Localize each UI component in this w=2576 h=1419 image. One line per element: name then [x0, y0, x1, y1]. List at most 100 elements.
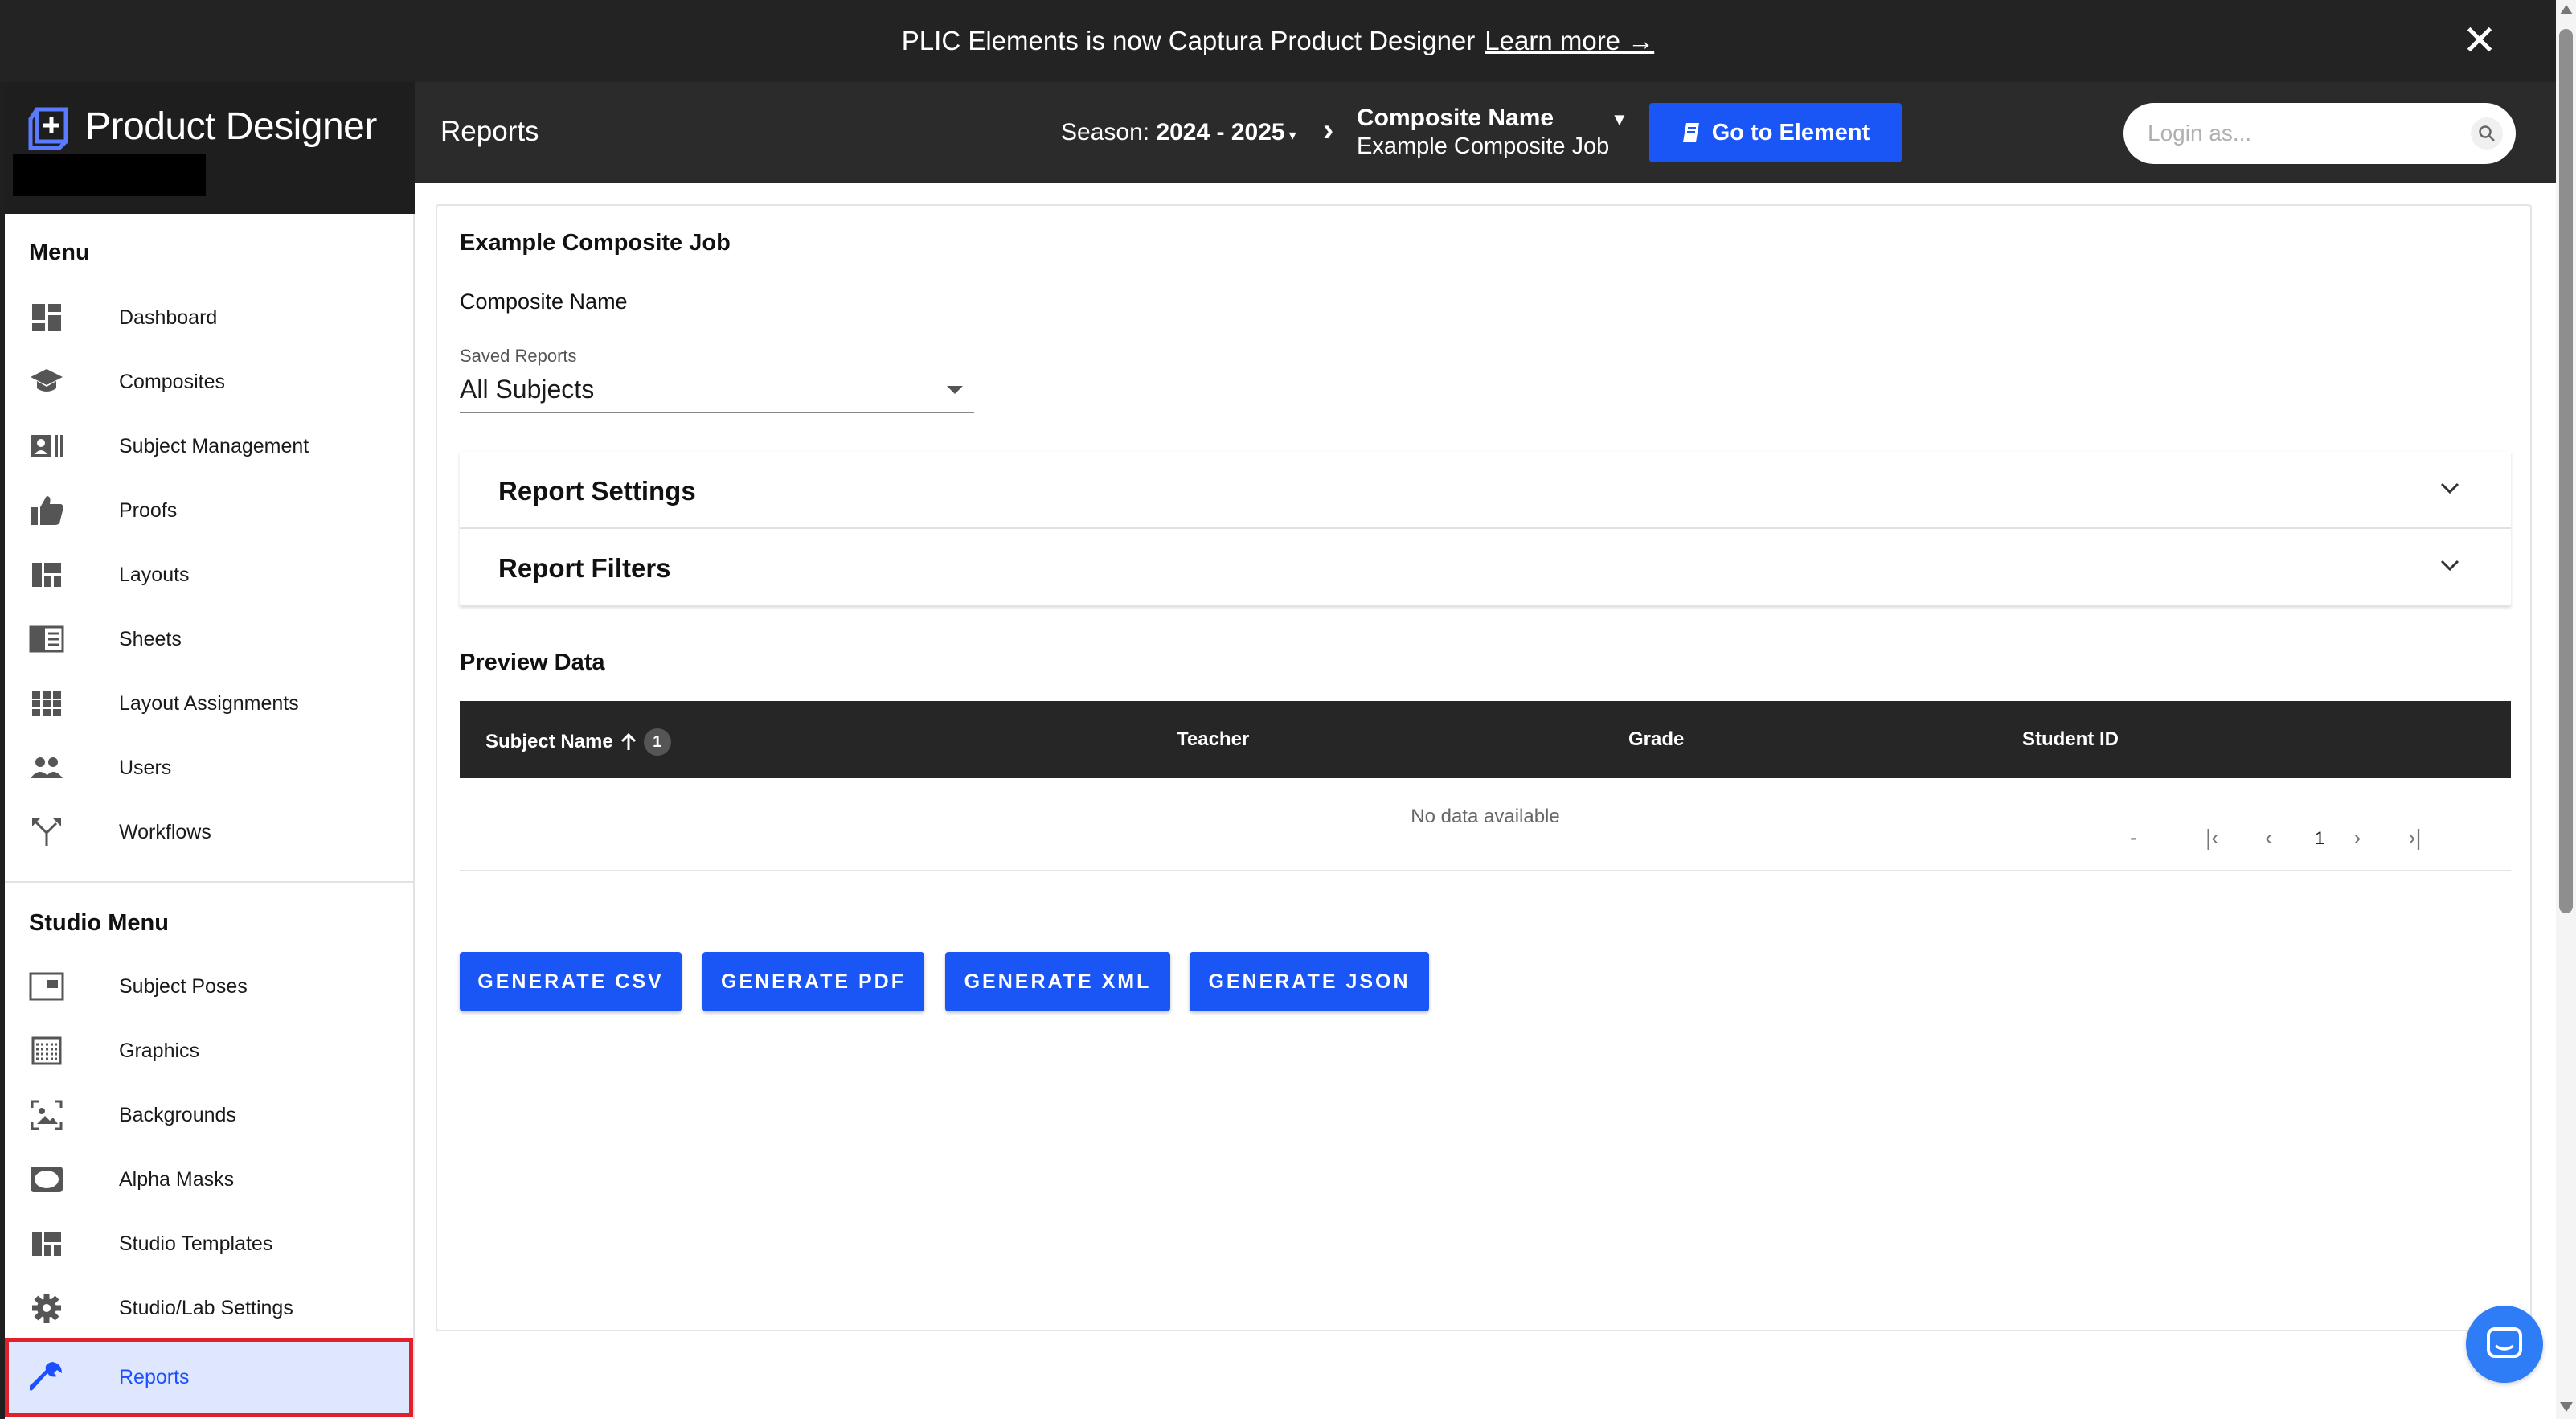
generate-csv-button[interactable]: GENERATE CSV	[460, 952, 682, 1011]
sidebar-item-label: Proofs	[119, 498, 178, 522]
sidebar-item-layout-assignments[interactable]: Layout Assignments	[5, 672, 413, 735]
sidebar-item-label: Workflows	[119, 820, 211, 843]
sidebar-divider	[5, 881, 413, 883]
column-header-grade[interactable]: Grade	[1628, 728, 1684, 751]
redacted-block	[13, 154, 206, 196]
column-header-student-id[interactable]: Student ID	[2022, 728, 2119, 751]
caret-down-icon[interactable]: ▼	[1611, 109, 1628, 130]
backgrounds-icon	[29, 1099, 64, 1131]
contact-card-icon	[29, 430, 64, 462]
login-as-input[interactable]	[2148, 119, 2453, 148]
go-to-element-button[interactable]: Go to Element	[1649, 103, 1902, 162]
sidebar-item-label: Backgrounds	[119, 1103, 236, 1126]
users-icon	[29, 752, 64, 784]
graphics-icon	[29, 1035, 64, 1067]
next-page-icon[interactable]: ›	[2353, 825, 2361, 851]
thumbs-up-icon	[29, 494, 64, 527]
brand-name: Product Designer	[85, 105, 377, 148]
last-page-icon[interactable]: ›|	[2408, 825, 2422, 851]
sidebar-item-composites[interactable]: Composites	[5, 351, 413, 413]
arrow-up-icon	[620, 732, 636, 750]
sidebar-item-subject-poses[interactable]: Subject Poses	[5, 955, 413, 1018]
wrench-icon	[29, 1361, 64, 1393]
report-settings-panel[interactable]: Report Settings	[460, 452, 2511, 529]
announcement-banner: PLIC Elements is now Captura Product Des…	[0, 0, 2556, 82]
composite-label: Composite Name	[460, 289, 628, 314]
report-settings-title: Report Settings	[498, 476, 696, 506]
caret-down-icon: ▾	[1284, 127, 1296, 143]
pagination-range: -	[2130, 825, 2138, 850]
table-header: Subject Name 1 Teacher Grade Student ID	[460, 701, 2511, 778]
sidebar-item-label: Studio Templates	[119, 1232, 273, 1255]
season-selector[interactable]: Season: 2024 - 2025 ▾	[1061, 119, 1296, 146]
table-pagination: - |‹ ‹ 1 › ›|	[460, 793, 2511, 878]
scroll-up-arrow-icon[interactable]	[2560, 5, 2573, 14]
sidebar-item-alpha-masks[interactable]: Alpha Masks	[5, 1148, 413, 1211]
sidebar-item-label: Graphics	[119, 1039, 200, 1062]
scrollbar-thumb[interactable]	[2559, 29, 2573, 913]
sidebar-item-label: Users	[119, 756, 172, 779]
generate-json-button[interactable]: GENERATE JSON	[1190, 952, 1429, 1011]
sidebar-item-studio-templates[interactable]: Studio Templates	[5, 1212, 413, 1275]
sidebar-item-label: Layouts	[119, 563, 190, 586]
banner-text: PLIC Elements is now Captura Product Des…	[901, 26, 1476, 55]
chevron-down-icon	[2440, 482, 2459, 494]
preview-data-title: Preview Data	[460, 650, 605, 675]
brand-header: Product Designer	[5, 82, 415, 214]
sidebar-item-reports[interactable]: Reports	[5, 1338, 413, 1417]
sidebar-item-label: Studio/Lab Settings	[119, 1296, 293, 1319]
sidebar-item-studio-lab-settings[interactable]: Studio/Lab Settings	[5, 1277, 413, 1339]
report-card: Example Composite Job Composite Name Sav…	[436, 204, 2532, 1331]
sidebar-item-subject-management[interactable]: Subject Management	[5, 415, 413, 478]
close-icon[interactable]: ✕	[2459, 20, 2500, 62]
templates-icon	[29, 1228, 64, 1260]
sidebar-item-backgrounds[interactable]: Backgrounds	[5, 1084, 413, 1146]
graduation-cap-icon	[29, 366, 64, 398]
sidebar-item-label: Subject Poses	[119, 974, 248, 998]
column-header-subject-name[interactable]: Subject Name 1	[485, 728, 671, 756]
sidebar-item-label: Dashboard	[119, 306, 218, 329]
sidebar-item-label: Layout Assignments	[119, 691, 299, 715]
generate-xml-button[interactable]: GENERATE XML	[945, 952, 1170, 1011]
chat-launcher-button[interactable]	[2466, 1306, 2543, 1383]
column-label: Subject Name	[485, 731, 613, 753]
report-filters-panel[interactable]: Report Filters	[460, 529, 2511, 606]
dashboard-icon	[29, 301, 64, 334]
sidebar-item-label: Sheets	[119, 627, 182, 650]
menu-title: Menu	[29, 240, 90, 265]
season-value: 2024 - 2025	[1156, 119, 1285, 146]
generate-pdf-button[interactable]: GENERATE PDF	[702, 952, 924, 1011]
saved-reports-label: Saved Reports	[460, 346, 577, 366]
sidebar-item-proofs[interactable]: Proofs	[5, 479, 413, 542]
login-as-field[interactable]	[2123, 103, 2516, 164]
first-page-icon[interactable]: |‹	[2205, 825, 2219, 851]
search-icon[interactable]	[2471, 117, 2503, 150]
sidebar-item-dashboard[interactable]: Dashboard	[5, 286, 413, 349]
season-label: Season:	[1061, 119, 1150, 146]
composite-selector[interactable]: Composite Name	[1357, 105, 1554, 132]
grid-icon	[29, 687, 64, 720]
top-header: Reports Season: 2024 - 2025 ▾ › Composit…	[415, 82, 2556, 183]
alpha-mask-icon	[29, 1163, 64, 1195]
learn-more-link[interactable]: Learn more →	[1485, 26, 1654, 56]
sidebar-item-sheets[interactable]: Sheets	[5, 608, 413, 671]
chevron-right-icon: ›	[1323, 113, 1334, 148]
sidebar-item-label: Reports	[119, 1365, 190, 1388]
sidebar-item-label: Subject Management	[119, 434, 309, 457]
scroll-down-arrow-icon[interactable]	[2560, 1402, 2573, 1412]
saved-reports-select[interactable]: All Subjects	[460, 368, 974, 413]
sheet-icon	[29, 623, 64, 655]
sidebar-item-users[interactable]: Users	[5, 736, 413, 799]
studio-menu-title: Studio Menu	[29, 910, 169, 936]
job-title: Example Composite Job	[460, 230, 731, 256]
prev-page-icon[interactable]: ‹	[2265, 825, 2272, 851]
column-header-teacher[interactable]: Teacher	[1177, 728, 1249, 751]
page-title: Reports	[440, 116, 539, 147]
sidebar-item-layouts[interactable]: Layouts	[5, 543, 413, 606]
book-icon	[1682, 123, 1699, 142]
composite-job-name: Example Composite Job	[1357, 133, 1610, 159]
sidebar-item-workflows[interactable]: Workflows	[5, 801, 413, 863]
report-filters-title: Report Filters	[498, 553, 671, 583]
gear-icon	[29, 1292, 64, 1324]
sidebar-item-graphics[interactable]: Graphics	[5, 1019, 413, 1082]
